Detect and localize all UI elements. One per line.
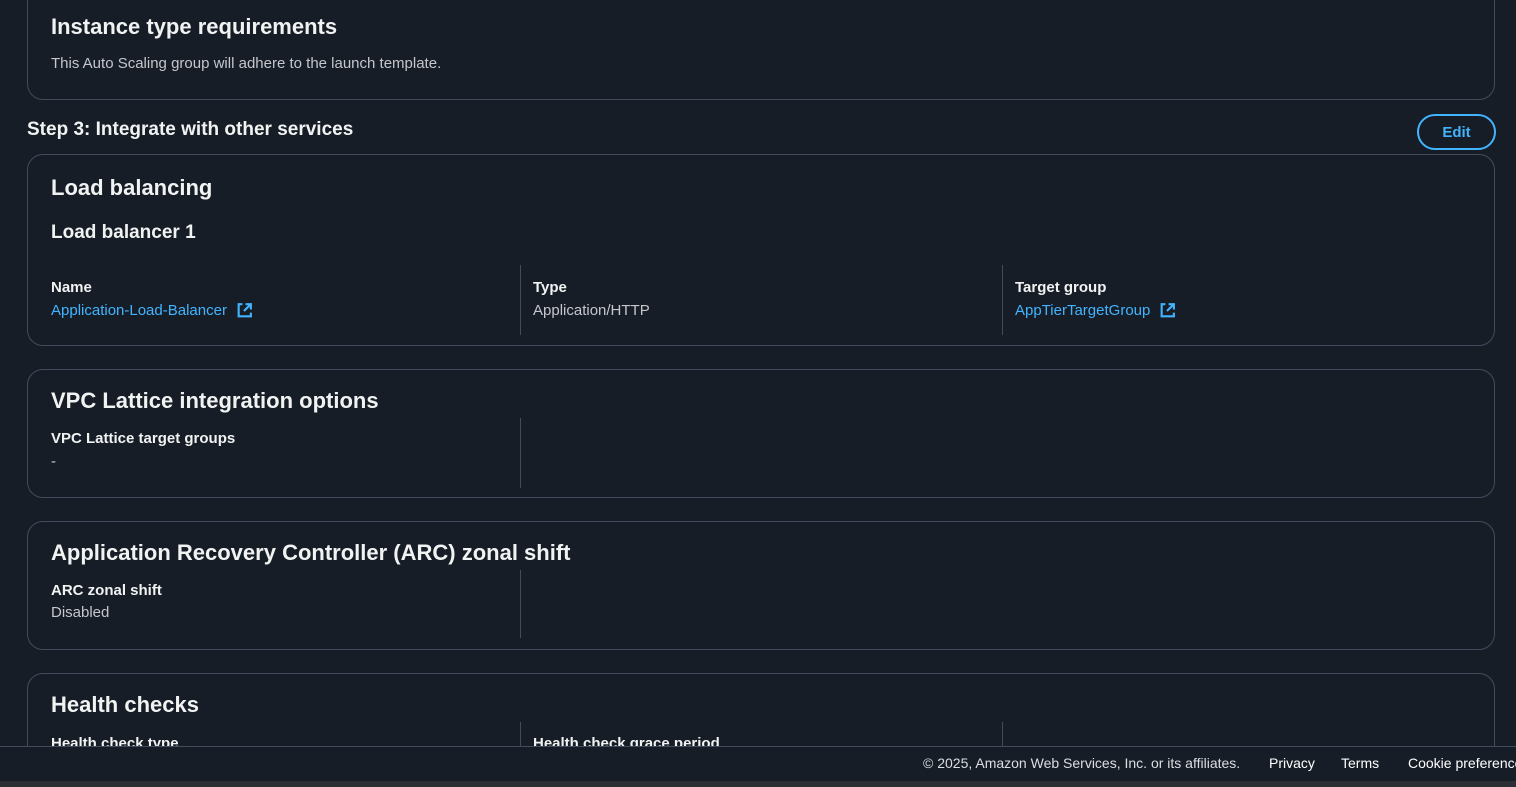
window-bottom-bar [0,781,1516,787]
health-checks-title: Health checks [51,692,199,717]
instance-type-requirements-description: This Auto Scaling group will adhere to t… [51,55,442,72]
load-balancer-1-subtitle: Load balancer 1 [51,222,196,243]
lb-type-value: Application/HTTP [533,302,650,319]
arc-zonal-shift-value: Disabled [51,604,110,621]
lb-name-label: Name [51,279,92,296]
edit-button[interactable]: Edit [1417,114,1496,150]
lb-target-group-label: Target group [1015,279,1107,296]
footer: © 2025, Amazon Web Services, Inc. or its… [0,746,1516,781]
vpc-lattice-card: VPC Lattice integration options VPC Latt… [27,369,1495,498]
vpc-lattice-target-groups-value: - [51,453,56,470]
arc-empty-column [520,570,1002,638]
lb-name-column: Name Application-Load-Balancer [51,265,521,335]
arc-title: Application Recovery Controller (ARC) zo… [51,540,571,565]
lb-name-link-text: Application-Load-Balancer [51,302,227,319]
footer-privacy-link[interactable]: Privacy [1269,755,1315,771]
step3-heading: Step 3: Integrate with other services [27,119,354,140]
lb-name-link[interactable]: Application-Load-Balancer [51,302,253,319]
lb-target-group-column: Target group AppTierTargetGroup [1002,265,1482,335]
lb-target-group-link-text: AppTierTargetGroup [1015,302,1151,319]
vpc-lattice-column: VPC Lattice target groups - [51,418,521,488]
lb-target-group-link[interactable]: AppTierTargetGroup [1015,302,1176,319]
page: Instance type requirements This Auto Sca… [0,0,1516,787]
arc-zonal-shift-label: ARC zonal shift [51,582,162,599]
external-link-icon [1160,303,1176,318]
arc-column: ARC zonal shift Disabled [51,570,521,638]
lb-type-column: Type Application/HTTP [520,265,1002,335]
arc-zonal-shift-card: Application Recovery Controller (ARC) zo… [27,521,1495,650]
footer-copyright: © 2025, Amazon Web Services, Inc. or its… [923,755,1241,771]
vpc-lattice-target-groups-label: VPC Lattice target groups [51,430,236,447]
footer-cookie-preferences-link[interactable]: Cookie preferences [1408,755,1516,771]
instance-type-requirements-card: Instance type requirements This Auto Sca… [27,0,1495,100]
load-balancing-card: Load balancing Load balancer 1 Name Appl… [27,154,1495,346]
vpc-lattice-empty-column [520,418,1002,488]
load-balancing-title: Load balancing [51,175,213,200]
instance-type-requirements-title: Instance type requirements [51,14,338,39]
vpc-lattice-title: VPC Lattice integration options [51,388,379,413]
external-link-icon [237,303,252,318]
lb-type-label: Type [533,279,567,296]
footer-terms-link[interactable]: Terms [1341,755,1379,771]
